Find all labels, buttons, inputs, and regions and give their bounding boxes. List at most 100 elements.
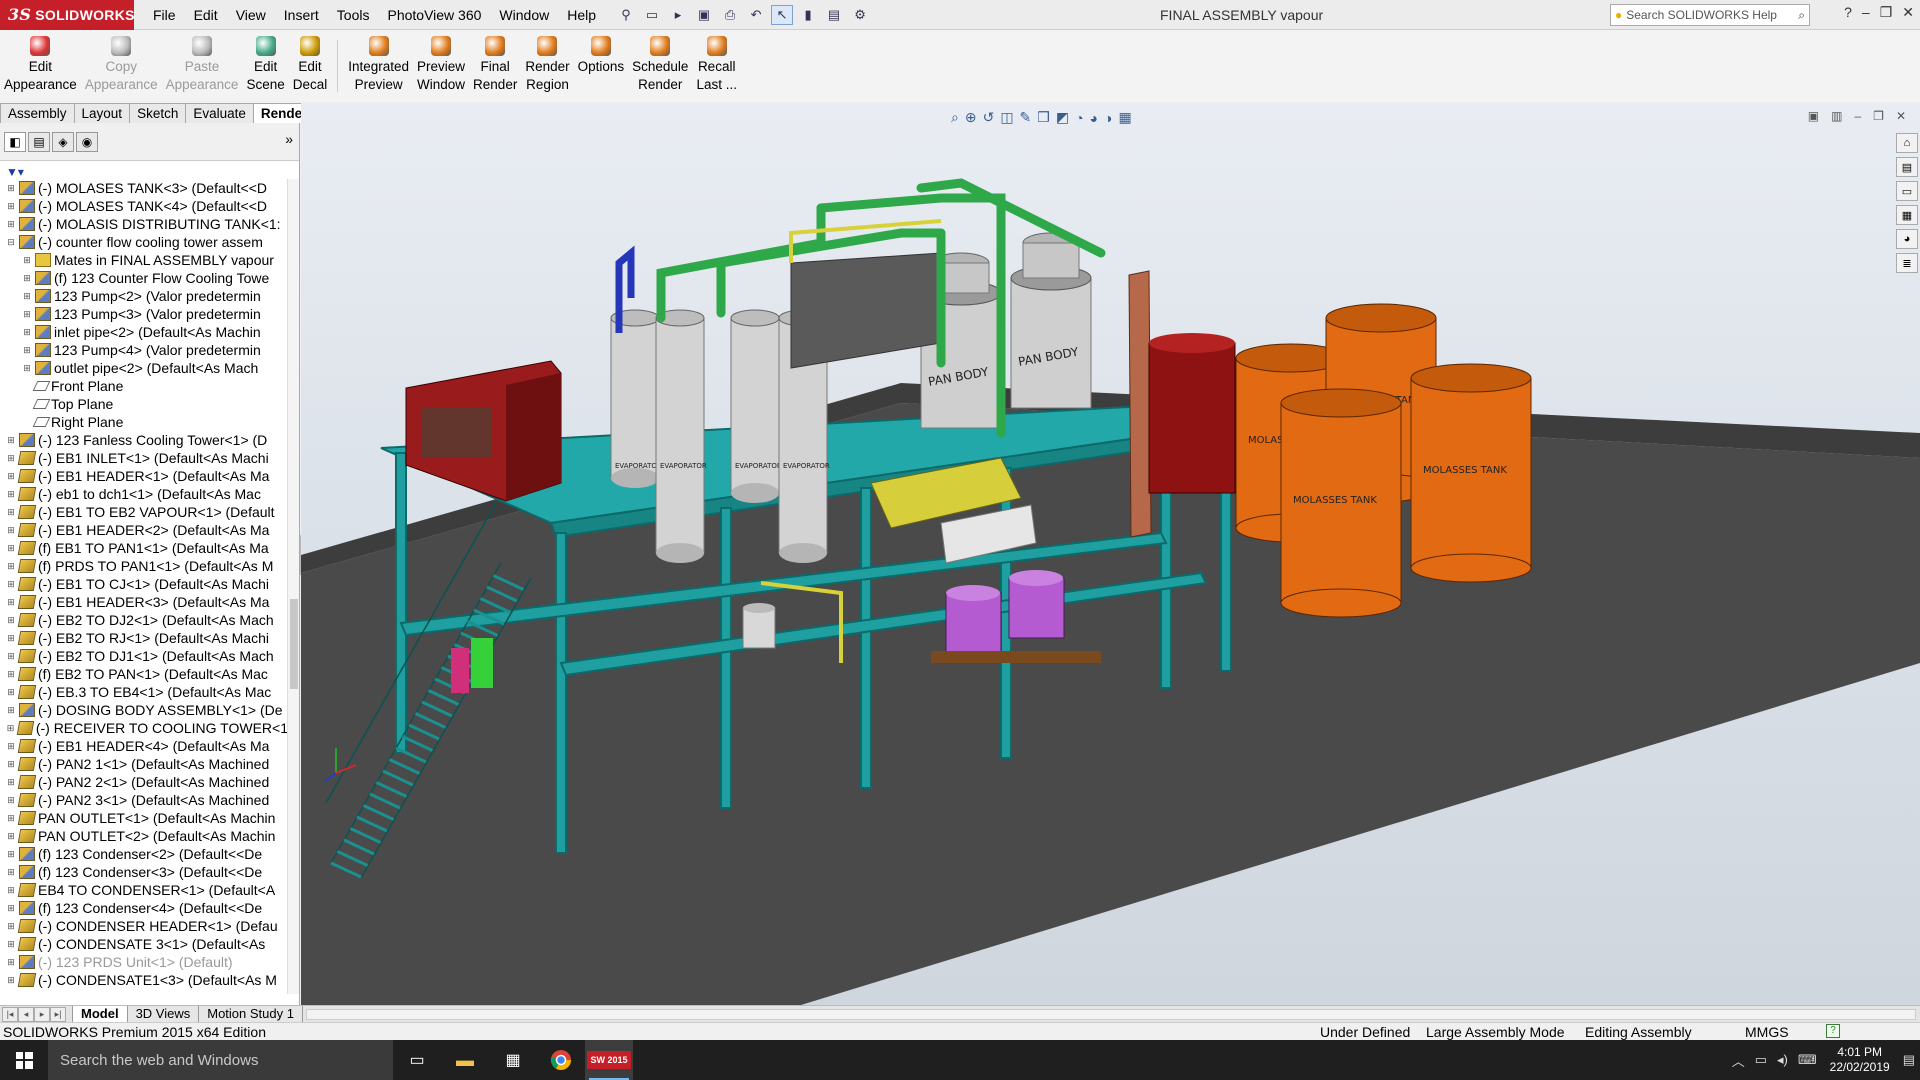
apply-scene-icon[interactable]: ◑ <box>1104 110 1112 126</box>
task-view-icon[interactable]: ▭ <box>393 1040 441 1080</box>
last-tab-icon[interactable]: ▸| <box>50 1006 66 1022</box>
hide-show-items-icon[interactable]: ◔ <box>1075 110 1083 126</box>
clock[interactable]: 4:01 PM 22/02/2019 <box>1822 1045 1898 1075</box>
expand-node-icon[interactable]: ⊞ <box>6 647 16 665</box>
tree-item[interactable]: ⊞ (-) EB1 TO CJ<1> (Default<As Machi <box>0 575 288 593</box>
undo-icon[interactable]: ↶ <box>745 5 767 25</box>
recall-last-button[interactable]: Recall Last ... <box>692 30 741 102</box>
first-tab-icon[interactable]: |◂ <box>2 1006 18 1022</box>
view-palette-icon[interactable]: ▦ <box>1896 205 1918 225</box>
tree-scrollbar[interactable] <box>287 179 299 994</box>
notifications-icon[interactable]: ▤ <box>1898 1052 1920 1068</box>
tab-assembly[interactable]: Assembly <box>0 103 75 123</box>
integrated-preview-button[interactable]: Integrated Preview <box>344 30 413 102</box>
solidworks-logo[interactable]: 3S SOLIDWORKS <box>0 0 134 30</box>
tree-item[interactable]: ⊞ (-) CONDENSATE 3<1> (Default<As <box>0 935 288 953</box>
tree-item[interactable]: ⊞ (-) EB1 HEADER<3> (Default<As Ma <box>0 593 288 611</box>
store-icon[interactable]: ▦ <box>489 1040 537 1080</box>
assembly-model[interactable]: EVAPORATOREVAPORATOR EVAPORATOR EVAPORATOR… <box>301 103 1920 1005</box>
volume-icon[interactable]: ◂) <box>1772 1052 1793 1068</box>
help-icon[interactable]: ? <box>1844 4 1852 21</box>
tree-item[interactable]: ⊞ PAN OUTLET<1> (Default<As Machin <box>0 809 288 827</box>
zoom-area-icon[interactable]: ⊕ <box>965 109 977 126</box>
expand-node-icon[interactable]: ⊞ <box>22 341 32 359</box>
render-region-button[interactable]: Render Region <box>521 30 573 102</box>
tree-item[interactable]: ⊞ (-) PAN2 2<1> (Default<As Machined <box>0 773 288 791</box>
options-gear-icon[interactable]: ⚙ <box>849 5 871 25</box>
expand-node-icon[interactable]: ⊞ <box>22 269 32 287</box>
expand-node-icon[interactable]: ⊞ <box>6 665 16 683</box>
dynamic-annotation-icon[interactable]: ✎ <box>1020 109 1032 126</box>
tree-item[interactable]: ⊞ (-) PAN2 1<1> (Default<As Machined <box>0 755 288 773</box>
tree-item[interactable]: ⊞ (-) 123 PRDS Unit<1> (Default) <box>0 953 288 971</box>
pin-icon[interactable]: ⚲ <box>615 5 637 25</box>
expand-node-icon[interactable]: ⊞ <box>6 827 16 845</box>
tree-item[interactable]: ⊞ (-) PAN2 3<1> (Default<As Machined <box>0 791 288 809</box>
expand-node-icon[interactable]: ⊞ <box>22 251 32 269</box>
scrollbar-thumb[interactable] <box>290 599 298 689</box>
collapse-node-icon[interactable]: ⊟ <box>6 233 16 251</box>
tree-item[interactable]: Front Plane <box>0 377 288 395</box>
expand-node-icon[interactable]: ⊞ <box>6 863 16 881</box>
viewport-restore-icon[interactable]: ❐ <box>1873 109 1884 123</box>
expand-node-icon[interactable]: ⊞ <box>6 737 16 755</box>
menu-window[interactable]: Window <box>490 0 558 30</box>
tree-item[interactable]: ⊞ EB4 TO CONDENSER<1> (Default<A <box>0 881 288 899</box>
tree-item[interactable]: ⊞ (-) MOLASES TANK<4> (Default<<D <box>0 197 288 215</box>
tree-item[interactable]: ⊞ (f) PRDS TO PAN1<1> (Default<As M <box>0 557 288 575</box>
tree-item[interactable]: ⊟ (-) counter flow cooling tower assem <box>0 233 288 251</box>
prev-tab-icon[interactable]: ◂ <box>18 1006 34 1022</box>
viewport-tile-icon[interactable]: ▣ <box>1808 109 1819 123</box>
expand-node-icon[interactable]: ⊞ <box>6 809 16 827</box>
expand-node-icon[interactable]: ⊞ <box>6 953 16 971</box>
tree-item[interactable]: ⊞ 123 Pump<2> (Valor predetermin <box>0 287 288 305</box>
search-help-input[interactable]: ● Search SOLIDWORKS Help ⌕ <box>1610 4 1810 26</box>
collapse-panel-icon[interactable]: » <box>285 131 293 147</box>
tree-item[interactable]: ⊞ 123 Pump<3> (Valor predetermin <box>0 305 288 323</box>
next-tab-icon[interactable]: ▸ <box>34 1006 50 1022</box>
bottom-tab-model[interactable]: Model <box>72 1005 128 1023</box>
view-orientation-icon[interactable]: ❒ <box>1037 109 1050 126</box>
expand-node-icon[interactable]: ⊞ <box>6 701 16 719</box>
expand-node-icon[interactable]: ⊞ <box>6 449 16 467</box>
search-icon[interactable]: ⌕ <box>1798 8 1805 23</box>
tree-item[interactable]: ⊞ (-) DOSING BODY ASSEMBLY<1> (De <box>0 701 288 719</box>
tree-item[interactable]: ⊞ (-) CONDENSER HEADER<1> (Defau <box>0 917 288 935</box>
tree-item[interactable]: ⊞ (-) EB2 TO RJ<1> (Default<As Machi <box>0 629 288 647</box>
tree-item[interactable]: ⊞ (-) RECEIVER TO COOLING TOWER<1 <box>0 719 288 737</box>
tray-expand-icon[interactable]: ︿ <box>1727 1051 1750 1070</box>
previous-view-icon[interactable]: ↺ <box>983 109 995 126</box>
taskbar-search-box[interactable]: Search the web and Windows <box>48 1040 393 1080</box>
minimize-icon[interactable]: – <box>1862 4 1870 21</box>
tree-item[interactable]: ⊞ (-) EB1 INLET<1> (Default<As Machi <box>0 449 288 467</box>
expand-node-icon[interactable]: ⊞ <box>6 431 16 449</box>
appearances-scenes-icon[interactable]: ◕ <box>1896 229 1918 249</box>
graphics-viewport[interactable]: EVAPORATOR EVAPORATOR EVAPORATOR EVAPORATOR… <box>301 103 1920 1005</box>
units-selector[interactable]: MMGS <box>1745 1023 1789 1041</box>
expand-node-icon[interactable]: ⊞ <box>6 629 16 647</box>
edit-appearance-button[interactable]: Edit Appearance <box>0 30 81 102</box>
expand-node-icon[interactable]: ⊞ <box>6 791 16 809</box>
propertymanager-tab-icon[interactable]: ▤ <box>28 131 50 152</box>
menu-file[interactable]: File <box>144 0 185 30</box>
tree-item[interactable]: ⊞ (-) eb1 to dch1<1> (Default<As Mac <box>0 485 288 503</box>
tree-item[interactable]: ⊞ Mates in FINAL ASSEMBLY vapour <box>0 251 288 269</box>
tree-item[interactable]: ⊞ (f) 123 Counter Flow Cooling Towe <box>0 269 288 287</box>
tree-item[interactable]: ⊞ (-) EB1 HEADER<4> (Default<As Ma <box>0 737 288 755</box>
print-icon[interactable]: ⎙ <box>719 5 741 25</box>
chrome-icon[interactable] <box>537 1040 585 1080</box>
tree-item[interactable]: ⊞ (-) EB1 HEADER<1> (Default<As Ma <box>0 467 288 485</box>
menu-help[interactable]: Help <box>558 0 605 30</box>
custom-properties-icon[interactable]: ≣ <box>1896 253 1918 273</box>
expand-node-icon[interactable]: ⊞ <box>6 611 16 629</box>
expand-node-icon[interactable]: ⊞ <box>6 503 16 521</box>
keyboard-icon[interactable]: ⌨ <box>1793 1052 1822 1068</box>
expand-node-icon[interactable]: ⊞ <box>22 323 32 341</box>
viewport-minimize-icon[interactable]: – <box>1854 109 1861 123</box>
menu-edit[interactable]: Edit <box>185 0 227 30</box>
tab-layout[interactable]: Layout <box>73 103 131 123</box>
restore-icon[interactable]: ❐ <box>1880 4 1893 21</box>
tree-item[interactable]: Right Plane <box>0 413 288 431</box>
horizontal-scrollbar[interactable] <box>305 1008 1916 1020</box>
featuremanager-tab-icon[interactable]: ◧ <box>4 131 26 152</box>
